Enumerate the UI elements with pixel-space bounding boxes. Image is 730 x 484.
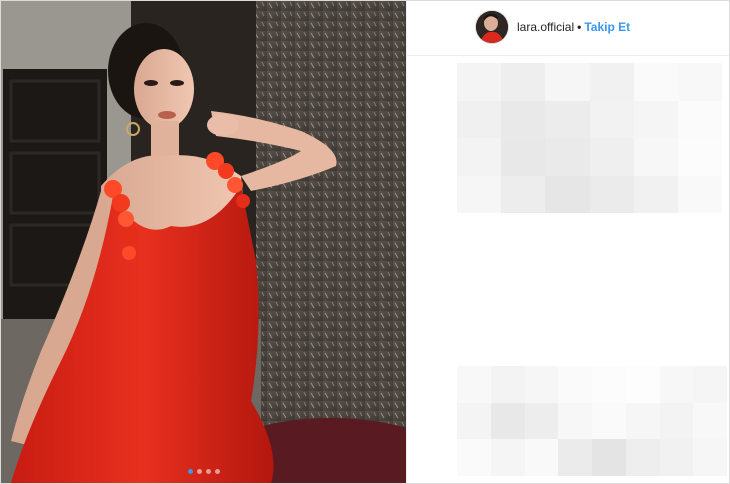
avatar-image bbox=[476, 11, 508, 43]
avatar[interactable] bbox=[476, 11, 508, 43]
pixel-cell bbox=[457, 366, 491, 403]
pixel-cell bbox=[659, 439, 694, 476]
pixelated-comments-lower bbox=[457, 366, 727, 476]
post-header-text: lara.official • Takip Et bbox=[517, 19, 630, 35]
pixel-cell bbox=[677, 100, 722, 138]
pixel-cell bbox=[558, 366, 592, 403]
post-photo-illustration bbox=[1, 1, 406, 483]
carousel-dot-icon[interactable] bbox=[196, 468, 202, 474]
pixel-cell bbox=[545, 138, 590, 176]
pixel-cell bbox=[592, 439, 626, 476]
username-link[interactable]: lara.official bbox=[517, 20, 574, 34]
carousel-dot-icon[interactable] bbox=[205, 468, 211, 474]
pixel-cell bbox=[457, 63, 502, 101]
pixel-cell bbox=[659, 366, 694, 403]
carousel-dot-icon[interactable] bbox=[187, 468, 193, 474]
pixel-cell bbox=[457, 402, 491, 440]
pixel-cell bbox=[501, 100, 546, 138]
pixel-cell bbox=[457, 100, 502, 138]
pixel-cell bbox=[592, 366, 626, 403]
pixel-cell bbox=[693, 366, 727, 403]
pixel-cell bbox=[589, 138, 634, 176]
pixel-cell bbox=[625, 439, 660, 476]
pixel-cell bbox=[625, 366, 660, 403]
pixel-cell bbox=[677, 63, 722, 101]
pixel-cell bbox=[524, 439, 559, 476]
pixel-cell bbox=[490, 439, 525, 476]
pixel-cell bbox=[589, 63, 634, 101]
carousel-indicator bbox=[1, 467, 406, 475]
pixel-cell bbox=[625, 402, 660, 440]
pixel-cell bbox=[501, 138, 546, 176]
pixel-cell bbox=[589, 100, 634, 138]
pixel-cell bbox=[633, 175, 678, 213]
pixel-cell bbox=[457, 439, 491, 476]
pixel-cell bbox=[501, 63, 546, 101]
pixel-cell bbox=[693, 439, 727, 476]
pixel-cell bbox=[457, 175, 502, 213]
post-photo[interactable] bbox=[1, 1, 406, 483]
follow-button[interactable]: Takip Et bbox=[584, 20, 630, 34]
pixel-cell bbox=[633, 138, 678, 176]
pixel-cell bbox=[589, 175, 634, 213]
pixel-cell bbox=[545, 63, 590, 101]
pixel-cell bbox=[592, 402, 626, 440]
instagram-post-frame: lara.official • Takip Et bbox=[0, 0, 730, 484]
pixel-cell bbox=[659, 402, 694, 440]
pixel-cell bbox=[633, 63, 678, 101]
pixel-cell bbox=[524, 402, 559, 440]
pixelated-comments-upper bbox=[457, 63, 722, 213]
pixel-cell bbox=[558, 439, 592, 476]
separator-dot: • bbox=[577, 20, 582, 34]
pixel-cell bbox=[545, 100, 590, 138]
pixel-cell bbox=[677, 175, 722, 213]
carousel-dot-icon[interactable] bbox=[214, 468, 220, 474]
pixel-cell bbox=[501, 175, 546, 213]
pixel-cell bbox=[457, 138, 502, 176]
pixel-cell bbox=[545, 175, 590, 213]
pixel-cell bbox=[490, 402, 525, 440]
post-sidebar: lara.official • Takip Et bbox=[406, 1, 729, 483]
post-header: lara.official • Takip Et bbox=[407, 1, 729, 56]
pixel-cell bbox=[524, 366, 559, 403]
pixel-cell bbox=[693, 402, 727, 440]
pixel-cell bbox=[490, 366, 525, 403]
pixel-cell bbox=[558, 402, 592, 440]
pixel-cell bbox=[677, 138, 722, 176]
pixel-cell bbox=[633, 100, 678, 138]
